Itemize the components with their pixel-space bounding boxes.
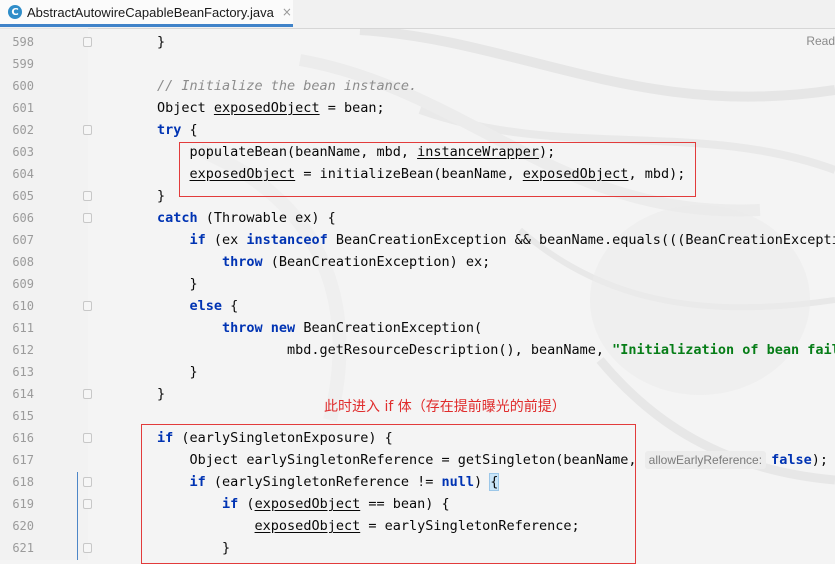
code-text[interactable]: Object earlySingletonReference = getSing…: [157, 449, 828, 471]
fold-marker-icon[interactable]: [83, 389, 92, 399]
code-line[interactable]: 598}: [0, 31, 835, 53]
line-number[interactable]: 616: [0, 427, 34, 449]
line-number[interactable]: 612: [0, 339, 34, 361]
code-line[interactable]: 612 mbd.getResourceDescription(), beanNa…: [0, 339, 835, 361]
fold-marker-icon[interactable]: [83, 191, 92, 201]
editor-tab-bar: C AbstractAutowireCapableBeanFactory.jav…: [0, 0, 835, 29]
code-text[interactable]: }: [157, 273, 198, 295]
code-line[interactable]: 611 throw new BeanCreationException(: [0, 317, 835, 339]
fold-marker-icon[interactable]: [83, 213, 92, 223]
line-number[interactable]: 598: [0, 31, 34, 53]
line-number[interactable]: 609: [0, 273, 34, 295]
line-number[interactable]: 601: [0, 97, 34, 119]
code-text[interactable]: if (earlySingletonExposure) {: [157, 427, 393, 449]
fold-marker-icon[interactable]: [83, 433, 92, 443]
code-text[interactable]: catch (Throwable ex) {: [157, 207, 336, 229]
code-line[interactable]: 600 // Initialize the bean instance.: [0, 75, 835, 97]
line-number[interactable]: 611: [0, 317, 34, 339]
line-number[interactable]: 621: [0, 537, 34, 559]
line-number[interactable]: 602: [0, 119, 34, 141]
line-number[interactable]: 599: [0, 53, 34, 75]
code-text[interactable]: mbd.getResourceDescription(), beanName, …: [157, 339, 835, 361]
line-number[interactable]: 615: [0, 405, 34, 427]
line-number[interactable]: 606: [0, 207, 34, 229]
code-text[interactable]: throw new BeanCreationException(: [157, 317, 482, 339]
tab-abstract-autowire-capable-bean-factory[interactable]: C AbstractAutowireCapableBeanFactory.jav…: [0, 0, 293, 27]
code-line[interactable]: 602 try {: [0, 119, 835, 141]
code-text[interactable]: }: [157, 383, 165, 405]
code-text[interactable]: exposedObject = earlySingletonReference;: [157, 515, 580, 537]
code-text[interactable]: Object exposedObject = bean;: [157, 97, 385, 119]
line-number[interactable]: 603: [0, 141, 34, 163]
line-number[interactable]: 610: [0, 295, 34, 317]
code-text[interactable]: populateBean(beanName, mbd, instanceWrap…: [157, 141, 556, 163]
java-class-icon: C: [8, 5, 22, 19]
line-number[interactable]: 619: [0, 493, 34, 515]
fold-marker-icon[interactable]: [83, 37, 92, 47]
code-text[interactable]: if (earlySingletonReference != null) {: [157, 471, 500, 493]
code-text[interactable]: // Initialize the bean instance.: [157, 75, 417, 97]
line-number[interactable]: 620: [0, 515, 34, 537]
line-number[interactable]: 604: [0, 163, 34, 185]
code-line[interactable]: 616 if (earlySingletonExposure) {: [0, 427, 835, 449]
code-text[interactable]: if (exposedObject == bean) {: [157, 493, 450, 515]
line-number[interactable]: 613: [0, 361, 34, 383]
line-number[interactable]: 605: [0, 185, 34, 207]
fold-marker-icon[interactable]: [83, 543, 92, 553]
code-text[interactable]: }: [157, 185, 165, 207]
code-line[interactable]: 605}: [0, 185, 835, 207]
code-line[interactable]: 619 if (exposedObject == bean) {: [0, 493, 835, 515]
code-line[interactable]: 621 }: [0, 537, 835, 559]
parameter-hint: allowEarlyReference:: [644, 451, 767, 469]
code-line[interactable]: 618 if (earlySingletonReference != null)…: [0, 471, 835, 493]
fold-marker-icon[interactable]: [83, 301, 92, 311]
close-icon[interactable]: ×: [282, 5, 292, 19]
code-line[interactable]: 608 throw (BeanCreationException) ex;: [0, 251, 835, 273]
code-line[interactable]: 607 if (ex instanceof BeanCreationExcept…: [0, 229, 835, 251]
code-text[interactable]: }: [157, 537, 230, 559]
code-line[interactable]: 604 exposedObject = initializeBean(beanN…: [0, 163, 835, 185]
line-number[interactable]: 607: [0, 229, 34, 251]
code-line[interactable]: 610 else {: [0, 295, 835, 317]
code-text[interactable]: }: [157, 361, 198, 383]
code-text[interactable]: else {: [157, 295, 239, 317]
code-text[interactable]: exposedObject = initializeBean(beanName,…: [157, 163, 686, 185]
annotation-note: 此时进入 if 体（存在提前曝光的前提）: [324, 399, 566, 415]
code-line[interactable]: 617 Object earlySingletonReference = get…: [0, 449, 835, 471]
line-number[interactable]: 608: [0, 251, 34, 273]
line-number[interactable]: 600: [0, 75, 34, 97]
code-line[interactable]: 613 }: [0, 361, 835, 383]
fold-marker-icon[interactable]: [83, 477, 92, 487]
tab-label: AbstractAutowireCapableBeanFactory.java: [27, 4, 274, 20]
code-line[interactable]: 599: [0, 53, 835, 75]
code-text[interactable]: if (ex instanceof BeanCreationException …: [157, 229, 835, 251]
code-line[interactable]: 601 Object exposedObject = bean;: [0, 97, 835, 119]
fold-marker-icon[interactable]: [83, 125, 92, 135]
line-number[interactable]: 614: [0, 383, 34, 405]
line-number[interactable]: 618: [0, 471, 34, 493]
line-number[interactable]: 617: [0, 449, 34, 471]
code-line[interactable]: 603 populateBean(beanName, mbd, instance…: [0, 141, 835, 163]
code-text[interactable]: throw (BeanCreationException) ex;: [157, 251, 490, 273]
code-text[interactable]: }: [157, 31, 165, 53]
code-line[interactable]: 620 exposedObject = earlySingletonRefere…: [0, 515, 835, 537]
fold-marker-icon[interactable]: [83, 499, 92, 509]
code-text[interactable]: try {: [157, 119, 198, 141]
code-line[interactable]: 609 }: [0, 273, 835, 295]
code-line[interactable]: 606 catch (Throwable ex) {: [0, 207, 835, 229]
